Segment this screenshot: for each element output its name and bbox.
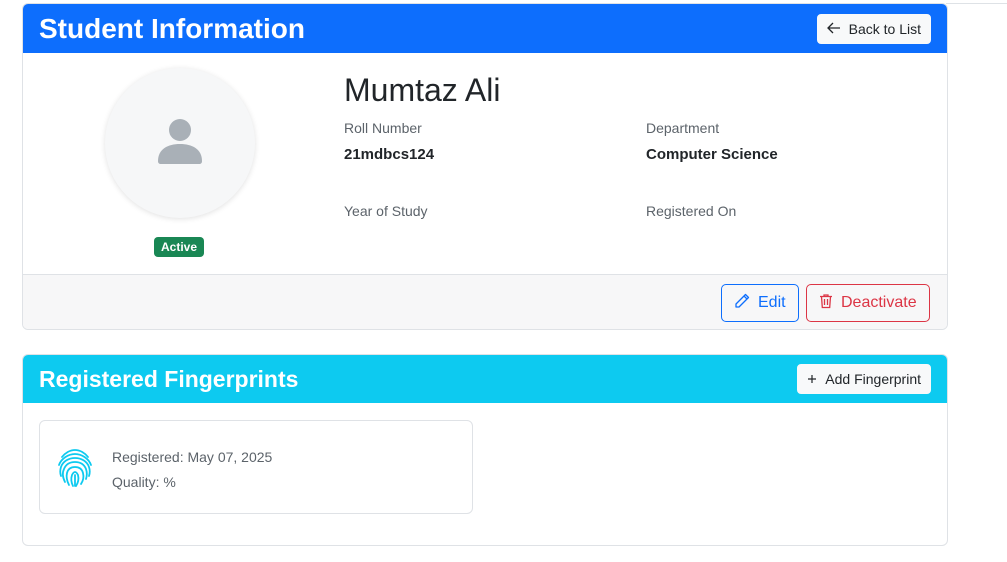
department-value: Computer Science [646,146,778,163]
fingerprints-card: Registered Fingerprints Add Fingerprint … [22,354,948,546]
arrow-left-icon [826,22,841,36]
edit-button[interactable]: Edit [721,284,799,322]
department-label: Department [646,120,720,136]
fingerprints-title: Registered Fingerprints [39,365,299,392]
trash-icon [819,293,833,314]
student-actions-footer: Edit Deactivate [23,274,947,329]
student-info-header: Student Information Back to List [23,4,947,53]
fingerprint-quality: Quality: % [112,474,176,490]
fingerprint-item: Registered: May 07, 2025 Quality: % [39,420,473,514]
back-to-list-button[interactable]: Back to List [816,13,931,44]
registered-on-label: Registered On [646,203,737,219]
back-to-list-label: Back to List [848,20,921,37]
fingerprint-icon [56,448,94,493]
deactivate-label: Deactivate [841,294,917,311]
student-info-body: Active Mumtaz Ali Roll Number 21mdbcs124… [23,53,947,275]
fingerprint-registered-date: Registered: May 07, 2025 [112,449,273,465]
user-icon [156,117,204,170]
roll-number-value: 21mdbcs124 [344,146,435,163]
fingerprints-header: Registered Fingerprints Add Fingerprint [23,355,947,403]
add-fingerprint-button[interactable]: Add Fingerprint [797,364,931,394]
plus-icon [807,372,817,386]
status-badge: Active [154,237,205,257]
roll-number-label: Roll Number [344,120,422,136]
pencil-icon [734,293,750,314]
top-divider [946,3,1007,4]
deactivate-button[interactable]: Deactivate [806,284,930,322]
student-name: Mumtaz Ali [344,72,501,108]
avatar [105,68,255,218]
page-title: Student Information [39,12,305,44]
edit-label: Edit [758,294,786,311]
student-info-card: Student Information Back to List Active … [22,3,948,330]
add-fingerprint-label: Add Fingerprint [825,371,921,387]
year-of-study-label: Year of Study [344,203,428,219]
